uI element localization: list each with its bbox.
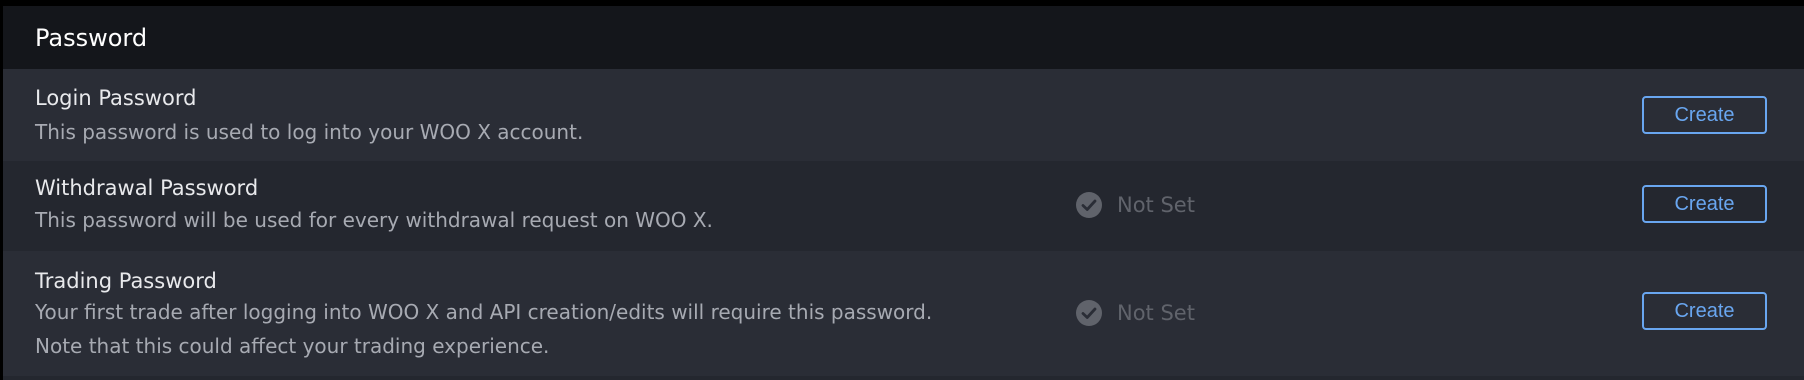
- section-title: Password: [35, 23, 148, 52]
- trading-password-status: Not Set: [1075, 299, 1195, 327]
- status-text: Not Set: [1117, 193, 1195, 217]
- trading-password-row: Trading Password Your first trade after …: [3, 251, 1804, 376]
- panel-header: Password: [3, 6, 1804, 69]
- password-panel: Password Login Password This password is…: [0, 0, 1804, 380]
- withdrawal-password-status: Not Set: [1075, 191, 1195, 219]
- withdrawal-password-row: Withdrawal Password This password will b…: [3, 161, 1804, 251]
- trading-password-description: Your first trade after logging into WOO …: [35, 300, 933, 358]
- create-withdrawal-password-button[interactable]: Create: [1642, 185, 1767, 223]
- login-password-title: Login Password: [35, 86, 197, 110]
- check-circle-icon: [1075, 191, 1103, 219]
- login-password-description: This password is used to log into your W…: [35, 120, 584, 144]
- status-text: Not Set: [1117, 301, 1195, 325]
- withdrawal-password-title: Withdrawal Password: [35, 176, 259, 200]
- withdrawal-password-description: This password will be used for every wit…: [35, 208, 713, 232]
- create-trading-password-button[interactable]: Create: [1642, 292, 1767, 330]
- check-circle-icon: [1075, 299, 1103, 327]
- create-login-password-button[interactable]: Create: [1642, 96, 1767, 134]
- trading-password-title: Trading Password: [35, 269, 217, 293]
- login-password-row: Login Password This password is used to …: [3, 69, 1804, 161]
